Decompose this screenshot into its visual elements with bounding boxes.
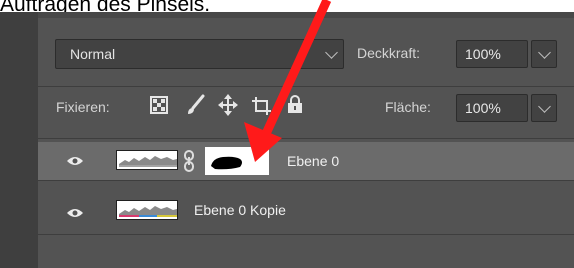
chevron-down-icon xyxy=(538,46,551,59)
chain-link-icon[interactable] xyxy=(183,150,195,172)
lock-label: Fixieren: xyxy=(56,99,110,115)
panel-top-edge xyxy=(38,12,574,18)
lock-all-icon[interactable] xyxy=(287,94,303,114)
layer-thumbnail[interactable] xyxy=(116,150,178,170)
chevron-down-icon xyxy=(538,100,551,113)
layer-mask-thumbnail[interactable] xyxy=(205,147,269,175)
eye-icon[interactable] xyxy=(67,208,83,218)
blend-mode-dropdown[interactable]: Normal xyxy=(55,39,344,69)
layer-thumbnail[interactable] xyxy=(116,200,178,220)
panel-left-strip xyxy=(0,12,38,268)
eye-icon[interactable] xyxy=(67,156,83,166)
blend-mode-value: Normal xyxy=(70,46,116,62)
fill-dropdown-button[interactable] xyxy=(531,94,557,122)
layer-name: Ebene 0 xyxy=(287,153,340,169)
separator xyxy=(38,180,574,181)
layer-row[interactable]: Ebene 0 xyxy=(38,142,574,180)
layers-panel: Normal Deckkraft: 100% Fixieren: Fläche:… xyxy=(0,12,574,268)
opacity-field[interactable]: 100% xyxy=(456,40,528,68)
fill-label: Fläche: xyxy=(385,99,431,115)
separator xyxy=(38,86,574,87)
fill-value: 100% xyxy=(465,100,501,116)
lock-transparent-icon[interactable] xyxy=(150,96,168,114)
separator xyxy=(38,234,574,235)
opacity-label: Deckkraft: xyxy=(357,45,421,61)
layer-row[interactable]: Ebene 0 Kopie xyxy=(38,194,574,232)
lock-artboard-icon[interactable] xyxy=(251,96,273,116)
fill-field[interactable]: 100% xyxy=(456,94,528,122)
chevron-down-icon xyxy=(325,46,338,59)
lock-brush-icon[interactable] xyxy=(185,94,205,116)
opacity-dropdown-button[interactable] xyxy=(531,40,557,68)
separator xyxy=(38,138,574,139)
opacity-value: 100% xyxy=(465,46,501,62)
lock-move-icon[interactable] xyxy=(218,94,238,116)
layer-name: Ebene 0 Kopie xyxy=(194,202,286,218)
